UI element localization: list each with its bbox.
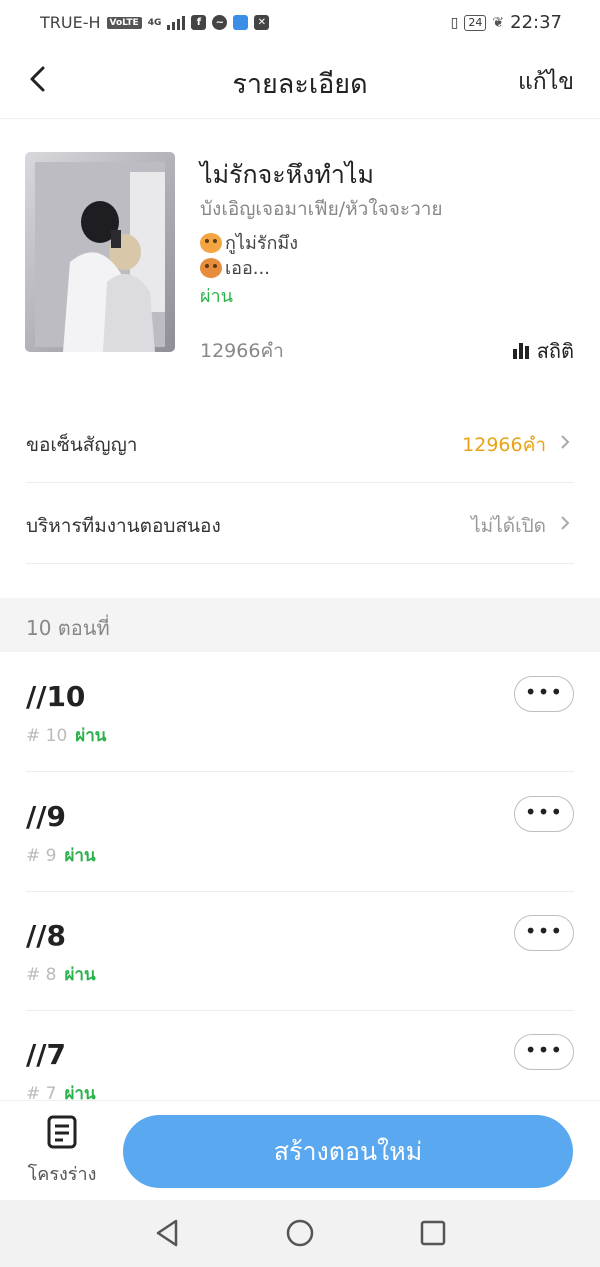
chapter-number: # 10 (26, 725, 68, 746)
status-bar-left: TRUE-H VoLTE 4G f ~ ✕ (40, 13, 270, 32)
team-response-label: บริหารทีมงานตอบสนอง (26, 515, 221, 537)
chapter-number: # 8 (26, 964, 57, 985)
book-tagline-2: เออ... (200, 253, 270, 282)
team-response-value: ไม่ได้เปิด (471, 515, 546, 537)
chapter-title: //9 (26, 800, 66, 833)
chapter-item[interactable]: //8 # 8 ผ่าน ••• (26, 891, 574, 1011)
more-options-button[interactable]: ••• (514, 915, 574, 951)
chevron-right-icon (561, 435, 570, 449)
chapter-title: //8 (26, 919, 66, 952)
more-options-button[interactable]: ••• (514, 1034, 574, 1070)
draft-label: โครงร่าง (27, 1164, 97, 1185)
document-icon (47, 1115, 77, 1149)
network-type: 4G (147, 17, 162, 28)
system-navigation-bar (0, 1200, 600, 1267)
carrier-label: TRUE-H (40, 13, 101, 32)
clock: 22:37 (510, 12, 562, 33)
tagline-2-text: เออ... (225, 258, 270, 279)
create-new-chapter-button[interactable]: สร้างตอนใหม่ (123, 1115, 573, 1188)
cover-illustration (25, 152, 175, 352)
nav-recents-icon[interactable] (416, 1216, 450, 1250)
chapter-status: ผ่าน (64, 846, 96, 866)
angry-face-emoji-icon (200, 257, 222, 278)
chapter-meta: # 10 ผ่าน (26, 722, 106, 749)
draft-button[interactable]: โครงร่าง (24, 1115, 100, 1188)
app-notification-icon (233, 15, 249, 30)
status-bar: TRUE-H VoLTE 4G f ~ ✕ ▯ 24 ❦ 22:37 (0, 0, 600, 46)
messenger-icon: ~ (212, 15, 228, 30)
chapter-count-label: 10 ตอนที่ (26, 616, 110, 640)
tiger-emoji-icon (200, 232, 222, 253)
chapter-number: # 9 (26, 845, 57, 866)
stats-label: สถิติ (536, 339, 574, 363)
status-bar-right: ▯ 24 ❦ 22:37 (451, 12, 562, 33)
more-options-button[interactable]: ••• (514, 676, 574, 712)
bar-chart-icon (512, 343, 529, 359)
book-title: ไม่รักจะหึงทำไม (200, 160, 374, 189)
more-options-button[interactable]: ••• (514, 796, 574, 832)
edit-button[interactable]: แก้ไข (518, 64, 574, 100)
chapter-item[interactable]: //10 # 10 ผ่าน ••• (26, 652, 574, 772)
nav-back-icon[interactable] (150, 1216, 184, 1250)
book-status: ผ่าน (200, 286, 233, 307)
book-word-count: 12966คำ (200, 340, 284, 362)
chapter-meta: # 8 ผ่าน (26, 961, 96, 988)
sign-contract-value: 12966คำ (462, 434, 546, 456)
facebook-icon: f (191, 15, 207, 30)
vibrate-icon: ▯ (450, 14, 459, 31)
volte-badge: VoLTE (106, 16, 142, 29)
chapter-status: ผ่าน (75, 726, 107, 746)
chapters-section-header: 10 ตอนที่ (0, 598, 600, 652)
leaf-icon: ❦ (492, 14, 505, 31)
team-response-row[interactable]: บริหารทีมงานตอบสนอง ไม่ได้เปิด (26, 483, 574, 564)
battery-level: 24 (468, 15, 483, 29)
stats-button[interactable]: สถิติ (512, 335, 574, 367)
chapter-title: //7 (26, 1038, 66, 1071)
bottom-action-bar: โครงร่าง สร้างตอนใหม่ (0, 1100, 600, 1201)
chapter-item[interactable]: //9 # 9 ผ่าน ••• (26, 772, 574, 892)
chapter-meta: # 9 ผ่าน (26, 842, 96, 869)
battery-icon: 24 (464, 14, 487, 31)
chevron-right-icon (561, 516, 570, 530)
capcut-icon: ✕ (254, 15, 270, 30)
nav-home-icon[interactable] (283, 1216, 317, 1250)
top-app-bar: รายละเอียด แก้ไข (0, 46, 600, 119)
chapter-title: //10 (26, 680, 86, 713)
page-title: รายละเอียด (232, 69, 368, 100)
sign-contract-label: ขอเซ็นสัญญา (26, 434, 138, 456)
book-cover-image[interactable] (25, 152, 175, 352)
sign-contract-row[interactable]: ขอเซ็นสัญญา 12966คำ (26, 402, 574, 483)
book-subtitle: บังเอิญเจอมาเฟีย/หัวใจจะวาย (200, 198, 443, 220)
signal-icon (167, 15, 186, 30)
chapter-status: ผ่าน (64, 965, 96, 985)
